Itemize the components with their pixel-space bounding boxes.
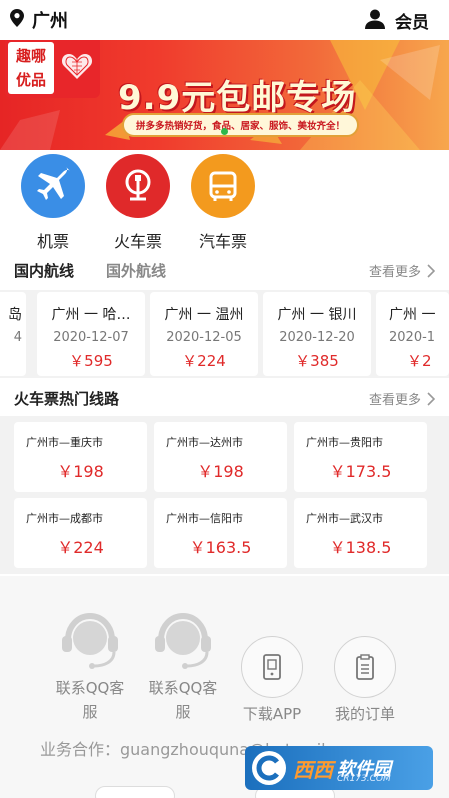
banner-title: 9.9元包邮专场: [118, 78, 357, 118]
top-bar: 广州 会员: [0, 0, 449, 40]
headset-icon: [155, 612, 211, 669]
train-route-card[interactable]: 广州市—信阳市 ￥163.5: [154, 498, 287, 568]
heart-logo-icon: [61, 50, 93, 82]
train-price: ￥173.5: [329, 462, 392, 481]
watermark-text-1: 西西: [293, 757, 333, 782]
logo-line2: 优品: [15, 71, 46, 89]
bus-icon: [191, 154, 255, 218]
train-route: 广州市—达州市: [166, 436, 243, 449]
trains-more-link[interactable]: 查看更多: [369, 389, 435, 408]
pagination-dot-active: [221, 128, 228, 135]
category-label: 火车票: [113, 232, 162, 251]
order-list-icon: [334, 636, 396, 698]
flight-card[interactable]: 广州 一 哈… 2020-12-07 ￥595: [37, 292, 145, 376]
train-route: 广州市—重庆市: [26, 436, 103, 449]
train-route: 广州市—贵阳市: [306, 436, 383, 449]
train-price: ￥198: [57, 462, 104, 481]
ticket-categories: 机票 火车票 汽车票: [0, 154, 449, 254]
site-watermark: 西西 软件园 CR173.COM: [245, 746, 433, 790]
headset-icon: [62, 612, 118, 669]
orders-label: 我的订单: [334, 705, 395, 723]
flights-more-link[interactable]: 查看更多: [369, 261, 435, 280]
footer-pill: [95, 786, 175, 798]
my-orders-button[interactable]: 我的订单: [323, 636, 407, 726]
flight-card-partial[interactable]: 广州 一 2020-1 ￥2: [376, 292, 449, 376]
flights-header: 国内航线 国外航线 查看更多: [0, 260, 449, 284]
qq-service-1[interactable]: 联系QQ客 服: [40, 610, 140, 724]
flight-card[interactable]: 广州 一 温州 2020-12-05 ￥224: [150, 292, 258, 376]
trains-header: 火车票热门线路 查看更多: [0, 388, 449, 412]
trains-title: 火车票热门线路: [14, 390, 120, 408]
chevron-right-icon: [427, 263, 435, 278]
category-bus[interactable]: 汽车票: [178, 154, 268, 252]
flight-price: ￥2: [407, 352, 432, 370]
flight-date: 2020-1: [389, 330, 436, 345]
more-label: 查看更多: [368, 265, 421, 280]
promo-banner[interactable]: 趣哪 优品 9.9元包邮专场 拼多多热销好货，食品、居家、服饰、美妆齐全！: [0, 40, 449, 150]
train-price: ￥163.5: [189, 538, 252, 557]
train-price: ￥224: [57, 538, 104, 557]
category-train[interactable]: 火车票: [93, 154, 183, 252]
train-route-card[interactable]: 广州市—成都市 ￥224: [14, 498, 147, 568]
phone-icon: [241, 636, 303, 698]
city-selector[interactable]: 广州: [10, 7, 68, 33]
flight-routes-carousel[interactable]: 岛 4 广州 一 哈… 2020-12-07 ￥595 广州 一 温州 2020…: [0, 290, 449, 378]
flight-route: 广州 一 银川: [277, 307, 357, 323]
banner-pagination: [0, 128, 449, 138]
train-route: 广州市—武汉市: [306, 512, 383, 525]
watermark-url: CR173.COM: [337, 774, 391, 784]
more-label: 查看更多: [368, 393, 421, 408]
qq-service-2[interactable]: 联系QQ客 服: [133, 610, 233, 724]
category-flight[interactable]: 机票: [8, 154, 98, 252]
train-route-card[interactable]: 广州市—贵阳市 ￥173.5: [294, 422, 427, 492]
download-app-button[interactable]: 下载APP: [230, 636, 314, 726]
train-route: 广州市—成都市: [26, 512, 103, 525]
flight-card-partial[interactable]: 岛 4: [0, 292, 26, 376]
flight-card[interactable]: 广州 一 银川 2020-12-20 ￥385: [263, 292, 371, 376]
brand-logo: 趣哪 优品: [5, 40, 100, 98]
flight-route: 广州 一 温州: [164, 307, 244, 323]
flight-date: 2020-12-20: [279, 330, 355, 345]
download-label: 下载APP: [242, 705, 302, 723]
category-label: 汽车票: [198, 232, 247, 251]
footer: 联系QQ客 服 联系QQ客 服 下载APP 我的订单 业务合作：guangzho…: [0, 576, 449, 798]
member-button[interactable]: 会员: [365, 8, 429, 33]
train-route-card[interactable]: 广州市—达州市 ￥198: [154, 422, 287, 492]
flight-price: ￥385: [295, 352, 339, 370]
city-label: 广州: [32, 11, 68, 32]
logo-line1: 趣哪: [15, 47, 46, 65]
airplane-icon: [21, 154, 85, 218]
flight-date: 2020-12-05: [166, 330, 242, 345]
train-route-card[interactable]: 广州市—武汉市 ￥138.5: [294, 498, 427, 568]
train-icon: [106, 154, 170, 218]
member-label: 会员: [395, 13, 429, 33]
train-price: ￥198: [197, 462, 244, 481]
train-route-card[interactable]: 广州市—重庆市 ￥198: [14, 422, 147, 492]
tab-domestic[interactable]: 国内航线: [14, 260, 74, 281]
flight-price: ￥224: [182, 352, 226, 370]
flight-date: 2020-12-07: [53, 330, 129, 345]
user-icon: [365, 9, 385, 33]
flight-price: ￥595: [69, 352, 113, 370]
flight-route: 广州 一 哈…: [51, 307, 131, 323]
category-label: 机票: [36, 232, 69, 251]
train-price: ￥138.5: [329, 538, 392, 557]
train-route: 广州市—信阳市: [166, 512, 243, 525]
train-routes-grid: 广州市—重庆市 ￥198 广州市—达州市 ￥198 广州市—贵阳市 ￥173.5…: [0, 416, 449, 574]
tab-international[interactable]: 国外航线: [106, 260, 166, 281]
chevron-right-icon: [427, 391, 435, 406]
flight-route: 广州 一: [389, 307, 436, 323]
watermark-logo-icon: [252, 751, 286, 785]
location-pin-icon: [10, 9, 24, 31]
